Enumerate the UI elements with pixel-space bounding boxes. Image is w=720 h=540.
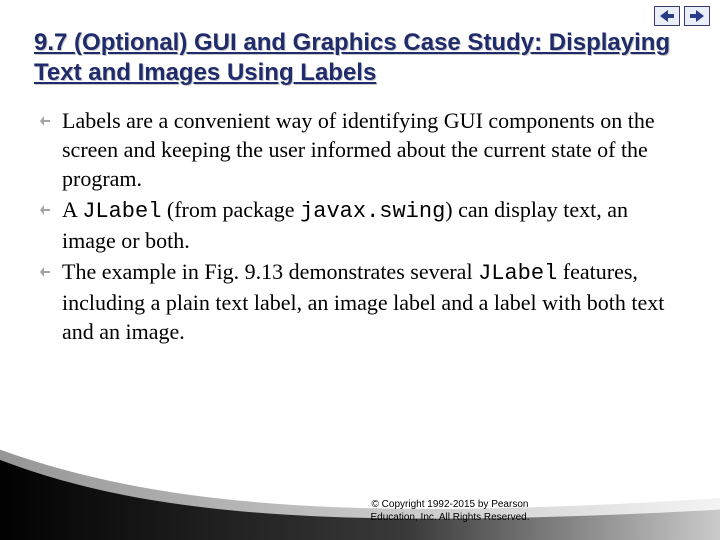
bullet-text: A bbox=[62, 197, 82, 222]
code-text: JLabel bbox=[82, 199, 161, 224]
bullet-text: (from package bbox=[161, 197, 300, 222]
decorative-swoosh bbox=[0, 436, 720, 540]
bullet-item: Labels are a convenient way of identifyi… bbox=[40, 106, 684, 193]
slide: 9.7 (Optional) GUI and Graphics Case Stu… bbox=[0, 0, 720, 540]
slide-title: 9.7 (Optional) GUI and Graphics Case Stu… bbox=[34, 28, 686, 88]
bullet-list: Labels are a convenient way of identifyi… bbox=[34, 106, 686, 346]
bullet-item: The example in Fig. 9.13 demonstrates se… bbox=[40, 257, 684, 346]
code-text: javax.swing bbox=[300, 199, 445, 224]
copyright-line: Education, Inc. All Rights Reserved. bbox=[371, 512, 530, 523]
code-text: JLabel bbox=[478, 261, 557, 286]
copyright-line: © Copyright 1992-2015 by Pearson bbox=[372, 499, 529, 510]
bullet-text: The example in Fig. 9.13 demonstrates se… bbox=[62, 259, 478, 284]
next-arrow-icon bbox=[690, 10, 704, 22]
copyright: © Copyright 1992-2015 by Pearson Educati… bbox=[300, 498, 600, 524]
bullet-item: A JLabel (from package javax.swing) can … bbox=[40, 195, 684, 255]
prev-button[interactable] bbox=[654, 6, 680, 26]
nav-controls bbox=[654, 6, 710, 26]
bullet-text: Labels are a convenient way of identifyi… bbox=[62, 108, 655, 191]
prev-arrow-icon bbox=[660, 10, 674, 22]
next-button[interactable] bbox=[684, 6, 710, 26]
